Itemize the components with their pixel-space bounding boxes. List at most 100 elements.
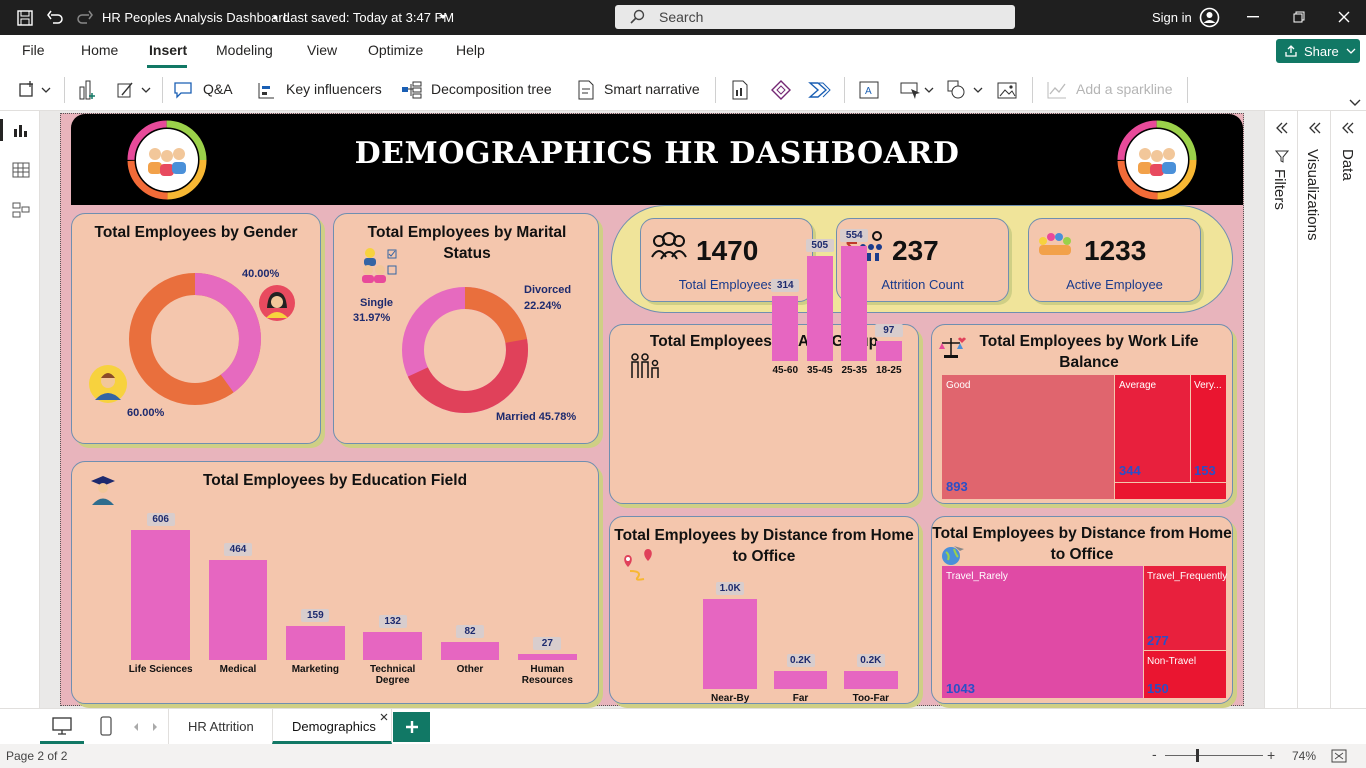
treemap-very[interactable]: Very... 153 bbox=[1191, 375, 1226, 482]
title-bar: HR Peoples Analysis Dashboard • Last sav… bbox=[0, 0, 1366, 35]
bar-medical[interactable] bbox=[208, 560, 268, 660]
menu-file[interactable]: File bbox=[22, 42, 45, 58]
search-input[interactable]: Search bbox=[615, 5, 1015, 29]
zoom-in-button[interactable]: + bbox=[1267, 747, 1275, 763]
marital-card[interactable]: Total Employees by Marital Status Divorc… bbox=[333, 213, 599, 444]
redo-icon[interactable] bbox=[76, 9, 94, 27]
work-life-card[interactable]: Total Employees by Work Life Balance Goo… bbox=[931, 324, 1233, 504]
treemap-very-value: 153 bbox=[1194, 463, 1216, 478]
education-card[interactable]: Total Employees by Education Field 606 Li… bbox=[71, 461, 599, 704]
kpi-active-employee[interactable]: 1233 Active Employee bbox=[1028, 218, 1201, 302]
travel-globe-icon bbox=[942, 546, 964, 565]
close-icon[interactable] bbox=[1338, 11, 1350, 23]
key-influencers-button[interactable]: Key influencers bbox=[286, 81, 382, 97]
menu-optimize[interactable]: Optimize bbox=[368, 42, 423, 58]
chevron-down-icon bbox=[1346, 48, 1356, 54]
new-visual-icon[interactable] bbox=[18, 80, 56, 100]
menu-insert[interactable]: Insert bbox=[149, 42, 187, 58]
expand-pane-icon[interactable] bbox=[1308, 121, 1322, 135]
bar-too-far[interactable] bbox=[844, 671, 898, 689]
status-bar: Page 2 of 2 - + 74% bbox=[0, 744, 1366, 768]
bar-other[interactable] bbox=[440, 642, 500, 660]
image-icon[interactable] bbox=[996, 79, 1018, 101]
treemap-average[interactable]: Average 344 bbox=[1115, 375, 1190, 482]
menu-help[interactable]: Help bbox=[456, 42, 485, 58]
dashboard-title: DEMOGRAPHICS HR DASHBOARD bbox=[354, 136, 960, 171]
treemap-good[interactable]: Good 893 bbox=[942, 375, 1114, 499]
menu-view[interactable]: View bbox=[307, 42, 337, 58]
bar-25-35[interactable] bbox=[841, 246, 868, 361]
chevron-down-icon[interactable] bbox=[438, 13, 448, 21]
fit-to-page-icon[interactable] bbox=[1331, 749, 1347, 763]
expand-pane-icon[interactable] bbox=[1275, 121, 1289, 135]
female-avatar-icon bbox=[259, 285, 295, 321]
account-icon[interactable] bbox=[1199, 7, 1220, 28]
qa-icon[interactable] bbox=[173, 81, 193, 99]
mobile-icon[interactable] bbox=[99, 716, 113, 736]
tab-demographics[interactable]: Demographics bbox=[272, 709, 392, 744]
menu-home[interactable]: Home bbox=[81, 42, 118, 58]
bar-human-resources[interactable] bbox=[517, 654, 577, 660]
collapse-ribbon-icon[interactable] bbox=[1349, 99, 1361, 107]
bar-45-60[interactable] bbox=[772, 295, 799, 361]
zoom-out-button[interactable]: - bbox=[1152, 746, 1157, 762]
button-insert-icon[interactable] bbox=[899, 79, 935, 101]
format-icon[interactable] bbox=[116, 80, 154, 100]
undo-icon[interactable] bbox=[46, 9, 64, 27]
zoom-slider[interactable] bbox=[1165, 755, 1263, 756]
scroll-left-icon[interactable] bbox=[132, 722, 140, 732]
text-box-icon[interactable]: A bbox=[858, 79, 880, 101]
bar-data-label: 97 bbox=[874, 323, 903, 337]
table-view-icon[interactable] bbox=[12, 161, 30, 179]
scroll-right-icon[interactable] bbox=[151, 722, 159, 732]
save-icon[interactable] bbox=[16, 9, 34, 27]
report-view-icon[interactable] bbox=[12, 121, 30, 139]
treemap-travel-frequently[interactable]: Travel_Frequently 277 bbox=[1144, 566, 1227, 650]
decomposition-tree-button[interactable]: Decomposition tree bbox=[431, 81, 552, 97]
key-influencers-icon[interactable] bbox=[256, 80, 276, 100]
minimize-icon[interactable] bbox=[1247, 16, 1259, 18]
bar-35-45[interactable] bbox=[806, 256, 833, 361]
bar-18-25[interactable] bbox=[875, 340, 902, 361]
treemap-bad[interactable] bbox=[1115, 483, 1226, 499]
close-tab-icon[interactable] bbox=[380, 713, 388, 721]
visualizations-pane[interactable]: Visualizations bbox=[1297, 111, 1330, 708]
desktop-layout-tab[interactable] bbox=[40, 709, 84, 744]
filters-pane[interactable]: Filters bbox=[1264, 111, 1297, 708]
qa-button[interactable]: Q&A bbox=[203, 81, 233, 97]
treemap-travel-rarely[interactable]: Travel_Rarely 1043 bbox=[942, 566, 1143, 698]
marital-donut[interactable] bbox=[400, 285, 530, 415]
buttons-icon[interactable] bbox=[76, 79, 98, 101]
paginated-report-icon[interactable] bbox=[730, 79, 750, 101]
bar-marketing[interactable] bbox=[285, 625, 345, 660]
distance-card[interactable]: Total Employees by Distance from Home to… bbox=[609, 516, 919, 704]
bar-near-by[interactable] bbox=[703, 599, 757, 689]
sign-in-link[interactable]: Sign in bbox=[1152, 10, 1192, 25]
gender-donut[interactable] bbox=[128, 272, 262, 406]
tab-hr-attrition[interactable]: HR Attrition bbox=[168, 709, 272, 744]
treemap-non-travel[interactable]: Non-Travel 150 bbox=[1144, 651, 1226, 698]
bar-life-sciences[interactable] bbox=[131, 530, 191, 660]
menu-modeling[interactable]: Modeling bbox=[216, 42, 273, 58]
age-group-card[interactable]: Total Employees by Age Group 314 45-60 505… bbox=[609, 229, 919, 504]
shapes-icon[interactable] bbox=[946, 79, 984, 101]
bar-far[interactable] bbox=[773, 671, 828, 689]
bar-technical-degree[interactable] bbox=[363, 631, 423, 660]
restore-icon[interactable] bbox=[1293, 11, 1305, 23]
travel-card[interactable]: Total Employees by Distance from Home to… bbox=[931, 516, 1233, 704]
filter-icon bbox=[1275, 150, 1289, 163]
tab-hr-attrition-label: HR Attrition bbox=[188, 719, 254, 734]
decomposition-tree-icon[interactable] bbox=[401, 80, 423, 100]
gender-card[interactable]: Total Employees by Gender 40.00% 60.00% bbox=[71, 213, 321, 444]
add-page-button[interactable] bbox=[393, 712, 430, 742]
zoom-slider-thumb[interactable] bbox=[1196, 749, 1199, 762]
expand-pane-icon[interactable] bbox=[1341, 121, 1355, 135]
smart-narrative-icon[interactable] bbox=[576, 79, 596, 101]
data-pane[interactable]: Data bbox=[1330, 111, 1366, 708]
model-view-icon[interactable] bbox=[12, 201, 30, 219]
power-apps-icon[interactable] bbox=[770, 79, 792, 101]
share-button[interactable]: Share bbox=[1276, 39, 1360, 63]
power-automate-icon[interactable] bbox=[808, 79, 832, 101]
balance-scale-icon bbox=[939, 337, 966, 358]
smart-narrative-button[interactable]: Smart narrative bbox=[604, 81, 700, 97]
